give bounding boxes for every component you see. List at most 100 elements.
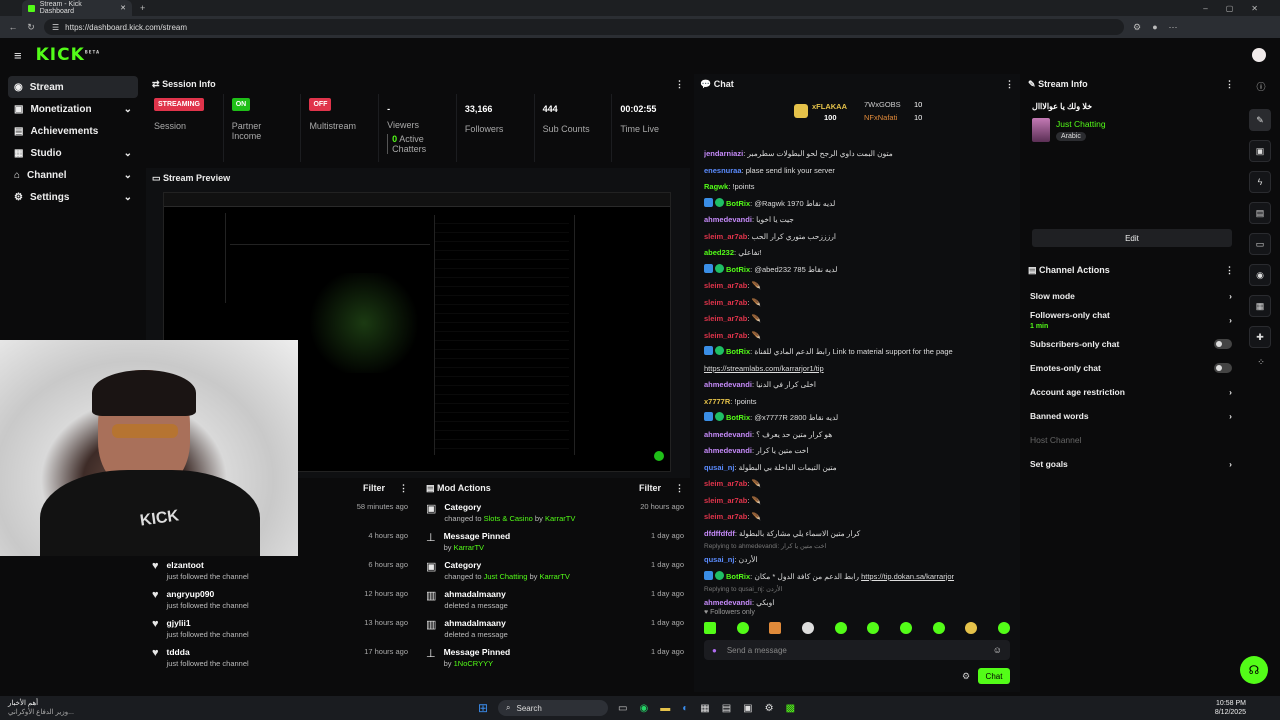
emote-icon[interactable] [769,622,782,634]
filter-button[interactable]: Filter [639,483,661,494]
chat-username[interactable]: Ragwk [704,182,728,191]
chat-username[interactable]: BotRix [726,265,750,274]
sidebar-item-monetization[interactable]: ▣ Monetization ⌄ [8,98,138,120]
user-avatar[interactable] [1252,48,1266,62]
emote-icon[interactable] [899,622,912,634]
account-age-row[interactable]: Account age restriction › [1022,380,1240,404]
file-explorer-icon[interactable]: ▬ [660,703,670,714]
subscribers-only-toggle[interactable] [1214,339,1232,349]
chat-link[interactable]: https://streamlabs.com/karrarjor1/tip [704,364,824,373]
close-tab-icon[interactable]: ✕ [120,4,126,12]
chat-username[interactable]: ahmedevandi [704,380,752,389]
news-widget[interactable]: أهم الأخبار وزير الدفاع الأوكراني... [8,699,74,717]
window-controls[interactable]: –▢✕ [1203,4,1280,13]
chat-username[interactable]: abed232 [704,248,734,257]
chat-username[interactable]: sleim_ar7ab [704,281,747,290]
emote-icon[interactable] [997,622,1010,634]
document-icon[interactable]: ▤ [1249,202,1271,224]
back-icon[interactable]: ← [8,22,18,32]
more-options-icon[interactable]: ⋮ [675,483,684,494]
windows-start-icon[interactable]: ⊞ [478,701,488,715]
chat-username[interactable]: ahmedevandi [704,215,752,224]
chat-username[interactable]: sleim_ar7ab [704,232,747,241]
task-view-icon[interactable]: ▭ [618,703,627,714]
slow-mode-row[interactable]: Slow mode › [1022,284,1240,308]
browser-menu-icon[interactable]: ⋯ [1168,22,1178,33]
edit-icon[interactable]: ✎ [1249,109,1271,131]
chat-username[interactable]: sleim_ar7ab [704,314,747,323]
chat-username[interactable]: ahmedevandi [704,446,752,455]
sidebar-item-achievements[interactable]: ▤ Achievements [8,120,138,142]
chat-username[interactable]: jendarniazi [704,149,743,158]
whatsapp-icon[interactable]: ◉ [639,703,648,714]
category-link[interactable]: Just Chatting [1056,119,1106,129]
chat-username[interactable]: sleim_ar7ab [704,331,747,340]
apps-icon[interactable]: ⁘ [1249,357,1273,368]
url-field[interactable]: ☰ https://dashboard.kick.com/stream [44,19,1124,35]
chat-username[interactable]: BotRix [726,572,750,581]
banned-words-row[interactable]: Banned words › [1022,404,1240,428]
send-chat-button[interactable]: Chat [978,668,1010,684]
chat-username[interactable]: BotRix [726,199,750,208]
emote-icon[interactable] [801,622,814,634]
more-options-icon[interactable]: ⋮ [1225,265,1234,276]
store-icon[interactable]: ▦ [700,703,709,714]
profile-avatar[interactable]: ● [1150,22,1160,32]
wrench-icon[interactable]: ✚ [1249,326,1271,348]
new-tab-icon[interactable]: + [140,3,145,13]
emote-icon[interactable] [736,622,749,634]
chat-username[interactable]: ahmedevandi [704,598,752,607]
emote-icon[interactable] [867,622,880,634]
chat-username[interactable]: qusai_nj [704,555,734,564]
chat-username[interactable]: sleim_ar7ab [704,479,747,488]
emote-icon[interactable] [834,622,847,634]
emote-icon[interactable] [932,622,945,634]
sidebar-item-stream[interactable]: ◉ Stream [8,76,138,98]
notepad-icon[interactable]: ▤ [722,703,731,714]
chat-settings-icon[interactable]: ⚙ [962,671,970,682]
set-goals-row[interactable]: Set goals › [1022,452,1240,476]
chat-link[interactable]: https://tip.dokan.sa/karrarjor [861,572,954,581]
emote-icon[interactable] [704,622,716,634]
chat-username[interactable]: BotRix [726,413,750,422]
extensions-icon[interactable]: ⚙ [1132,22,1142,33]
support-button[interactable]: ☊ [1240,656,1268,684]
sidebar-item-channel[interactable]: ⌂ Channel ⌄ [8,164,138,186]
chat-input[interactable]: ● Send a message ☺ [704,640,1010,660]
more-options-icon[interactable]: ⋮ [399,483,408,494]
chat-username[interactable]: sleim_ar7ab [704,298,747,307]
more-options-icon[interactable]: ⋮ [1225,79,1234,90]
settings-app-icon[interactable]: ⚙ [765,703,774,714]
calendar-icon[interactable]: ▦ [1249,295,1271,317]
info-icon[interactable]: ⓘ [1249,80,1273,93]
edge-icon[interactable]: ◐ [682,703,688,714]
clip-icon[interactable]: ▣ [1249,140,1271,162]
more-options-icon[interactable]: ⋮ [1005,79,1014,90]
reload-icon[interactable]: ↻ [26,22,36,33]
site-info-icon[interactable]: ☰ [52,23,59,32]
sidebar-item-settings[interactable]: ⚙ Settings ⌄ [8,186,138,208]
chat-username[interactable]: qusai_nj [704,463,734,472]
taskbar-search[interactable]: ⌕ Search [498,700,609,716]
chat-username[interactable]: enesnuraa [704,166,742,175]
followers-only-row[interactable]: Followers-only chat 1 min › [1022,308,1240,332]
chat-bubble-icon[interactable]: ▭ [1249,233,1271,255]
chat-username[interactable]: sleim_ar7ab [704,496,747,505]
kick-logo[interactable]: KICKBETA [36,45,100,65]
emoji-icon[interactable]: ☺ [993,645,1002,655]
photos-icon[interactable]: ▣ [743,703,752,714]
lightning-icon[interactable]: ϟ [1249,171,1271,193]
broadcast-icon[interactable]: ◉ [1249,264,1271,286]
system-tray[interactable]: 10:58 PM 8/12/2025 [1215,699,1246,717]
microphone-icon[interactable]: ● [712,646,717,655]
emote-icon[interactable] [965,622,978,634]
chat-username[interactable]: BotRix [726,347,750,356]
kick-app-icon[interactable]: ▩ [786,703,795,714]
hamburger-menu-icon[interactable]: ≡ [14,48,22,63]
more-options-icon[interactable]: ⋮ [675,79,684,90]
filter-button[interactable]: Filter [363,483,385,493]
chat-username[interactable]: dfdffdfdf [704,529,735,538]
chat-username[interactable]: sleim_ar7ab [704,512,747,521]
edit-stream-info-button[interactable]: Edit [1032,229,1232,247]
emotes-only-toggle[interactable] [1214,363,1232,373]
